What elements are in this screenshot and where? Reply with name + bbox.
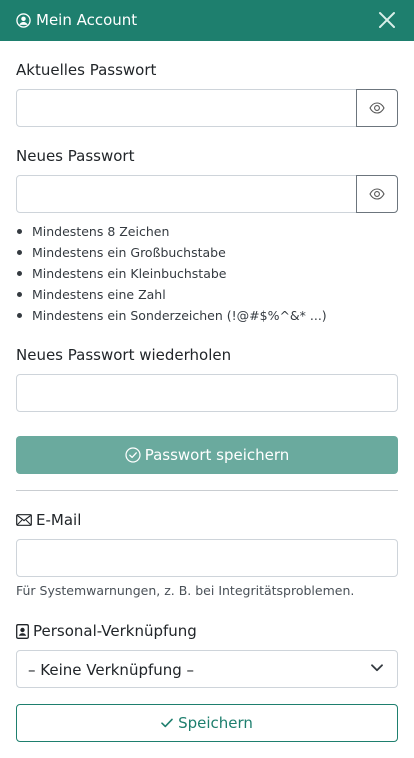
check-circle-icon [125, 447, 141, 463]
email-hint: Für Systemwarnungen, z. B. bei Integritä… [16, 583, 355, 598]
eye-icon [369, 102, 385, 114]
password-rule: Mindestens ein Kleinbuchstabe [16, 263, 396, 284]
password-rule: Mindestens ein Großbuchstabe [16, 242, 396, 263]
new-password-input[interactable] [17, 176, 356, 212]
person-badge-icon [16, 623, 29, 639]
dialog-header: Mein Account [0, 0, 414, 41]
repeat-password-field-wrap [16, 374, 398, 412]
eye-icon [369, 188, 385, 200]
current-password-input[interactable] [17, 90, 356, 126]
dialog-title: Mein Account [36, 11, 138, 29]
personal-link-label: Personal-Verknüpfung [16, 621, 197, 641]
save-password-label: Passwort speichern [144, 446, 290, 464]
personal-link-label-text: Personal-Verknüpfung [33, 622, 197, 640]
show-current-password-button[interactable] [356, 89, 398, 127]
envelope-icon [16, 514, 32, 526]
dialog-title-wrap: Mein Account [16, 10, 137, 30]
account-dialog: Mein Account Aktuelles Passwort Neues Pa… [0, 0, 414, 758]
email-input[interactable] [17, 540, 397, 576]
personal-link-select[interactable]: – Keine Verknüpfung – [16, 650, 398, 688]
password-rule: Mindestens eine Zahl [16, 284, 396, 305]
personal-link-selected-value: – Keine Verknüpfung – [28, 661, 195, 679]
password-rule: Mindestens 8 Zeichen [16, 221, 396, 242]
current-password-label: Aktuelles Passwort [16, 61, 157, 79]
password-rules-list: Mindestens 8 Zeichen Mindestens ein Groß… [16, 221, 396, 326]
email-label-text: E-Mail [36, 511, 82, 529]
check-icon [161, 718, 173, 728]
save-button-label: Speichern [178, 714, 253, 732]
repeat-password-label: Neues Passwort wiederholen [16, 346, 232, 364]
password-rule: Mindestens ein Sonderzeichen (!@#$%^&* .… [16, 305, 396, 326]
show-new-password-button[interactable] [356, 175, 398, 213]
section-divider [16, 490, 398, 491]
user-circle-icon [16, 12, 31, 28]
new-password-label: Neues Passwort [16, 147, 135, 165]
current-password-field-wrap [16, 89, 357, 127]
new-password-field-wrap [16, 175, 357, 213]
save-button[interactable]: Speichern [16, 704, 398, 742]
repeat-password-input[interactable] [17, 375, 397, 411]
close-icon[interactable] [378, 11, 396, 29]
email-label: E-Mail [16, 510, 81, 530]
email-field-wrap [16, 539, 398, 577]
chevron-down-icon [371, 664, 383, 672]
save-password-button[interactable]: Passwort speichern [16, 436, 398, 474]
